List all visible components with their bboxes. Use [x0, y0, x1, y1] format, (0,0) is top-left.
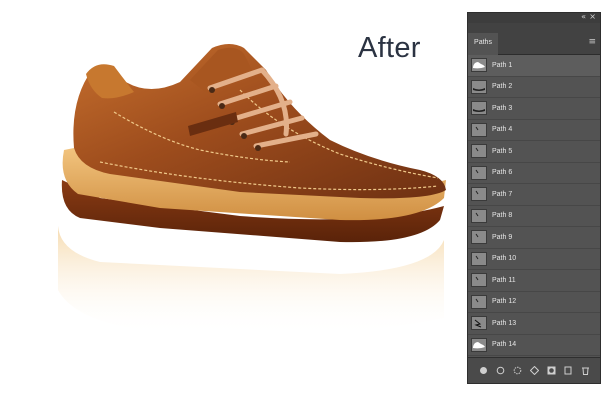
make-work-path-icon[interactable] [529, 365, 540, 376]
path-row-label: Path 14 [492, 341, 517, 349]
after-label: After [358, 32, 421, 64]
sole-thumb-icon [471, 79, 487, 94]
shoe-image [58, 44, 446, 336]
load-as-selection-icon[interactable] [512, 365, 523, 376]
shoe-thumb-icon [471, 58, 487, 73]
stroke-path-icon[interactable] [495, 365, 506, 376]
path-row[interactable]: Path 9 [468, 227, 600, 249]
path-row[interactable]: Path 11 [468, 270, 600, 292]
new-path-icon[interactable] [563, 365, 574, 376]
path-row[interactable]: Path 10 [468, 248, 600, 270]
path-row-label: Path 11 [492, 276, 516, 284]
path-thumb-icon [471, 208, 487, 223]
path-row-label: Path 4 [492, 126, 513, 134]
path-row-label: Path 6 [492, 169, 513, 177]
path-row-label: Path 1 [492, 61, 513, 69]
close-panel-icon[interactable]: × [589, 12, 596, 21]
path-row-label: Path 5 [492, 147, 513, 155]
path-row[interactable]: Path 4 [468, 119, 600, 141]
tab-paths[interactable]: Paths [468, 33, 498, 55]
path-row[interactable]: Path 13 [468, 313, 600, 335]
path-row[interactable]: Path 12 [468, 291, 600, 313]
path-row[interactable]: Path 7 [468, 184, 600, 206]
path-thumb-icon [471, 251, 487, 266]
add-mask-icon[interactable] [546, 365, 557, 376]
path-row-label: Path 13 [492, 319, 517, 327]
path-row[interactable]: Path 8 [468, 205, 600, 227]
path-row-label: Path 10 [492, 255, 517, 263]
path-row[interactable]: Path 2 [468, 76, 600, 98]
path-row-label: Path 9 [492, 233, 513, 241]
path-thumb-icon [471, 230, 487, 245]
path-thumb-icon [471, 122, 487, 137]
canvas: After « × Paths ≡ Path 1 Path 2 Path 3 Path… [0, 0, 610, 400]
path-thumb-icon [471, 187, 487, 202]
fill-path-icon[interactable] [478, 365, 489, 376]
path-thumb-icon [471, 144, 487, 159]
collapse-panel-icon[interactable]: « [581, 12, 586, 21]
path-row-label: Path 12 [492, 298, 517, 306]
panel-footer [468, 357, 600, 383]
path-row[interactable]: Path 5 [468, 141, 600, 163]
panel-tab-bar: Paths ≡ [468, 23, 600, 55]
path-row-label: Path 3 [492, 104, 513, 112]
path-row[interactable]: Path 14 [468, 334, 600, 356]
sole-thumb-icon [471, 101, 487, 116]
path-thumb-icon [471, 294, 487, 309]
path-row[interactable]: Path 1 [468, 55, 600, 77]
lace-thumb-icon [471, 316, 487, 331]
path-row-label: Path 8 [492, 212, 513, 220]
delete-path-icon[interactable] [580, 365, 591, 376]
path-row[interactable]: Path 3 [468, 98, 600, 120]
paths-panel: « × Paths ≡ Path 1 Path 2 Path 3 Path 4 Path… [467, 12, 601, 384]
path-row[interactable]: Path 6 [468, 162, 600, 184]
panel-menu-icon[interactable]: ≡ [588, 37, 596, 47]
path-row-label: Path 7 [492, 190, 513, 198]
path-thumb-icon [471, 165, 487, 180]
shoe-thumb-icon [471, 337, 487, 352]
path-thumb-icon [471, 273, 487, 288]
panel-title-bar[interactable]: « × [468, 12, 600, 23]
path-list: Path 1 Path 2 Path 3 Path 4 Path 5 Path 6 Path… [468, 55, 600, 356]
path-row-label: Path 2 [492, 83, 513, 91]
